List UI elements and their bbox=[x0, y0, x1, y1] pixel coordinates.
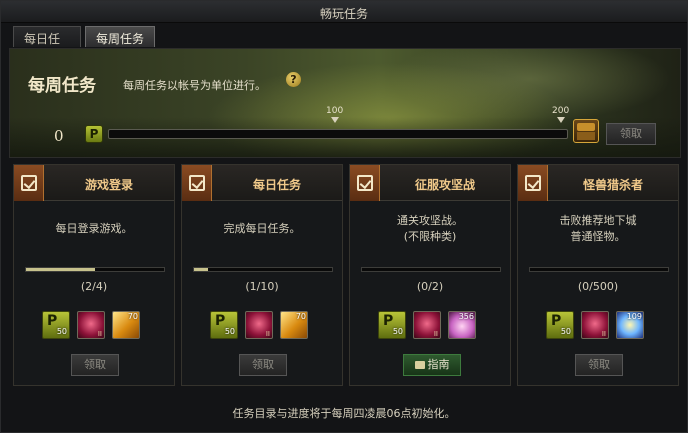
weekly-progress-bar bbox=[108, 129, 568, 139]
guide-button[interactable]: 指南 bbox=[403, 354, 461, 376]
red-gem-icon[interactable]: II bbox=[77, 311, 105, 339]
card-rewards: P 50 II 70 bbox=[210, 311, 320, 339]
card-progress-bar bbox=[361, 267, 501, 272]
card-progress-count: (2/4) bbox=[80, 280, 108, 293]
banner-title: 每周任务 bbox=[28, 76, 96, 96]
points-current: 0 bbox=[54, 127, 64, 145]
card-title: 游戏登录 bbox=[84, 178, 133, 192]
calendar-check-icon bbox=[182, 165, 212, 201]
gold-box-icon[interactable]: 70 bbox=[112, 311, 140, 339]
red-gem-icon[interactable]: II bbox=[413, 311, 441, 339]
calendar-check-icon bbox=[350, 165, 380, 201]
red-gem-icon[interactable]: II bbox=[581, 311, 609, 339]
card-rewards: P 50 II 109 bbox=[546, 311, 656, 339]
card-rewards: P 50 II 70 bbox=[42, 311, 152, 339]
calendar-check-icon bbox=[518, 165, 548, 201]
card-header: 每日任务 bbox=[182, 165, 342, 201]
milestone-100-arrow-icon bbox=[330, 117, 339, 123]
point-reward-amount: 50 bbox=[56, 327, 67, 336]
point-reward-amount: 50 bbox=[224, 327, 235, 336]
banner-description: 每周任务以帐号为单位进行。 bbox=[123, 79, 266, 92]
gem-tier: II bbox=[601, 330, 606, 338]
card-title: 征服攻坚战 bbox=[414, 178, 475, 192]
gem-tier: II bbox=[265, 330, 270, 338]
card-description: 完成每日任务。 bbox=[223, 222, 301, 235]
title-bar[interactable]: 畅玩任务 bbox=[1, 1, 687, 23]
card-description: 通关攻坚战。 (不限种类) bbox=[397, 214, 463, 243]
gem-tier: II bbox=[433, 330, 438, 338]
guide-label: 指南 bbox=[427, 358, 450, 371]
milestone-200: 200 bbox=[552, 106, 569, 123]
item-count: 356 bbox=[458, 312, 474, 321]
card-header: 游戏登录 bbox=[14, 165, 174, 201]
mission-card-login: 游戏登录 每日登录游戏。 (2/4) P 50 II 70 领取 bbox=[13, 164, 175, 386]
weekly-mission-window: 畅玩任务 每日任务 每周任务 每周任务 每周任务以帐号为单位进行。 ? 0 P … bbox=[0, 0, 688, 433]
milestone-200-arrow-icon bbox=[556, 117, 565, 123]
card-title: 怪兽猎杀者 bbox=[582, 178, 643, 192]
gold-box-icon[interactable]: 70 bbox=[280, 311, 308, 339]
point-reward-amount: 50 bbox=[392, 327, 403, 336]
mission-card-monster-hunter: 怪兽猎杀者 击败推荐地下城 普通怪物。 (0/500) P 50 II 109 领… bbox=[517, 164, 679, 386]
claim-button[interactable]: 领取 bbox=[71, 354, 119, 376]
point-reward-icon[interactable]: P 50 bbox=[378, 311, 406, 339]
point-reward-icon[interactable]: P 50 bbox=[546, 311, 574, 339]
calendar-check-icon bbox=[14, 165, 44, 201]
mission-card-daily: 每日任务 完成每日任务。 (1/10) P 50 II 70 领取 bbox=[181, 164, 343, 386]
claim-button[interactable]: 领取 bbox=[575, 354, 623, 376]
mission-card-raid: 征服攻坚战 通关攻坚战。 (不限种类) (0/2) P 50 II 356 指南 bbox=[349, 164, 511, 386]
card-progress-count: (0/500) bbox=[577, 280, 619, 293]
point-icon: P bbox=[85, 125, 103, 143]
milestone-100-label: 100 bbox=[326, 106, 344, 116]
question-icon[interactable]: ? bbox=[286, 72, 301, 87]
card-rewards: P 50 II 356 bbox=[378, 311, 488, 339]
card-description: 每日登录游戏。 bbox=[55, 222, 133, 235]
star-gem-icon[interactable]: 109 bbox=[616, 311, 644, 339]
card-header: 怪兽猎杀者 bbox=[518, 165, 678, 201]
red-gem-icon[interactable]: II bbox=[245, 311, 273, 339]
chest-lid bbox=[577, 123, 595, 131]
point-reward-amount: 50 bbox=[560, 327, 571, 336]
card-progress-fill bbox=[194, 268, 208, 271]
card-progress-count: (1/10) bbox=[245, 280, 279, 293]
milestone-100: 100 bbox=[326, 106, 343, 123]
tab-daily[interactable]: 每日任务 bbox=[13, 26, 81, 63]
card-title: 每日任务 bbox=[252, 178, 301, 192]
card-progress-bar bbox=[529, 267, 669, 272]
pink-crystal-icon[interactable]: 356 bbox=[448, 311, 476, 339]
reward-chest-icon[interactable] bbox=[573, 119, 599, 143]
item-count: 109 bbox=[626, 312, 642, 321]
card-progress-fill bbox=[26, 268, 95, 271]
card-description: 击败推荐地下城 普通怪物。 bbox=[559, 214, 637, 243]
card-progress-count: (0/2) bbox=[416, 280, 444, 293]
point-reward-icon[interactable]: P 50 bbox=[210, 311, 238, 339]
point-reward-icon[interactable]: P 50 bbox=[42, 311, 70, 339]
milestone-200-label: 200 bbox=[552, 106, 570, 116]
chest-box bbox=[577, 132, 595, 140]
weekly-claim-button[interactable]: 领取 bbox=[606, 123, 656, 145]
gem-tier: II bbox=[97, 330, 102, 338]
weekly-banner: 每周任务 每周任务以帐号为单位进行。 ? 0 P 100 200 领取 bbox=[9, 48, 681, 158]
tab-weekly[interactable]: 每周任务 bbox=[85, 26, 155, 47]
claim-button[interactable]: 领取 bbox=[239, 354, 287, 376]
card-progress-bar bbox=[193, 267, 333, 272]
item-count: 70 bbox=[127, 312, 138, 321]
book-icon bbox=[414, 361, 425, 369]
card-progress-bar bbox=[25, 267, 165, 272]
window-title: 畅玩任务 bbox=[319, 7, 368, 21]
reset-notice: 任务目录与进度将于每周四凌晨06点初始化。 bbox=[232, 407, 456, 420]
card-header: 征服攻坚战 bbox=[350, 165, 510, 201]
item-count: 70 bbox=[295, 312, 306, 321]
